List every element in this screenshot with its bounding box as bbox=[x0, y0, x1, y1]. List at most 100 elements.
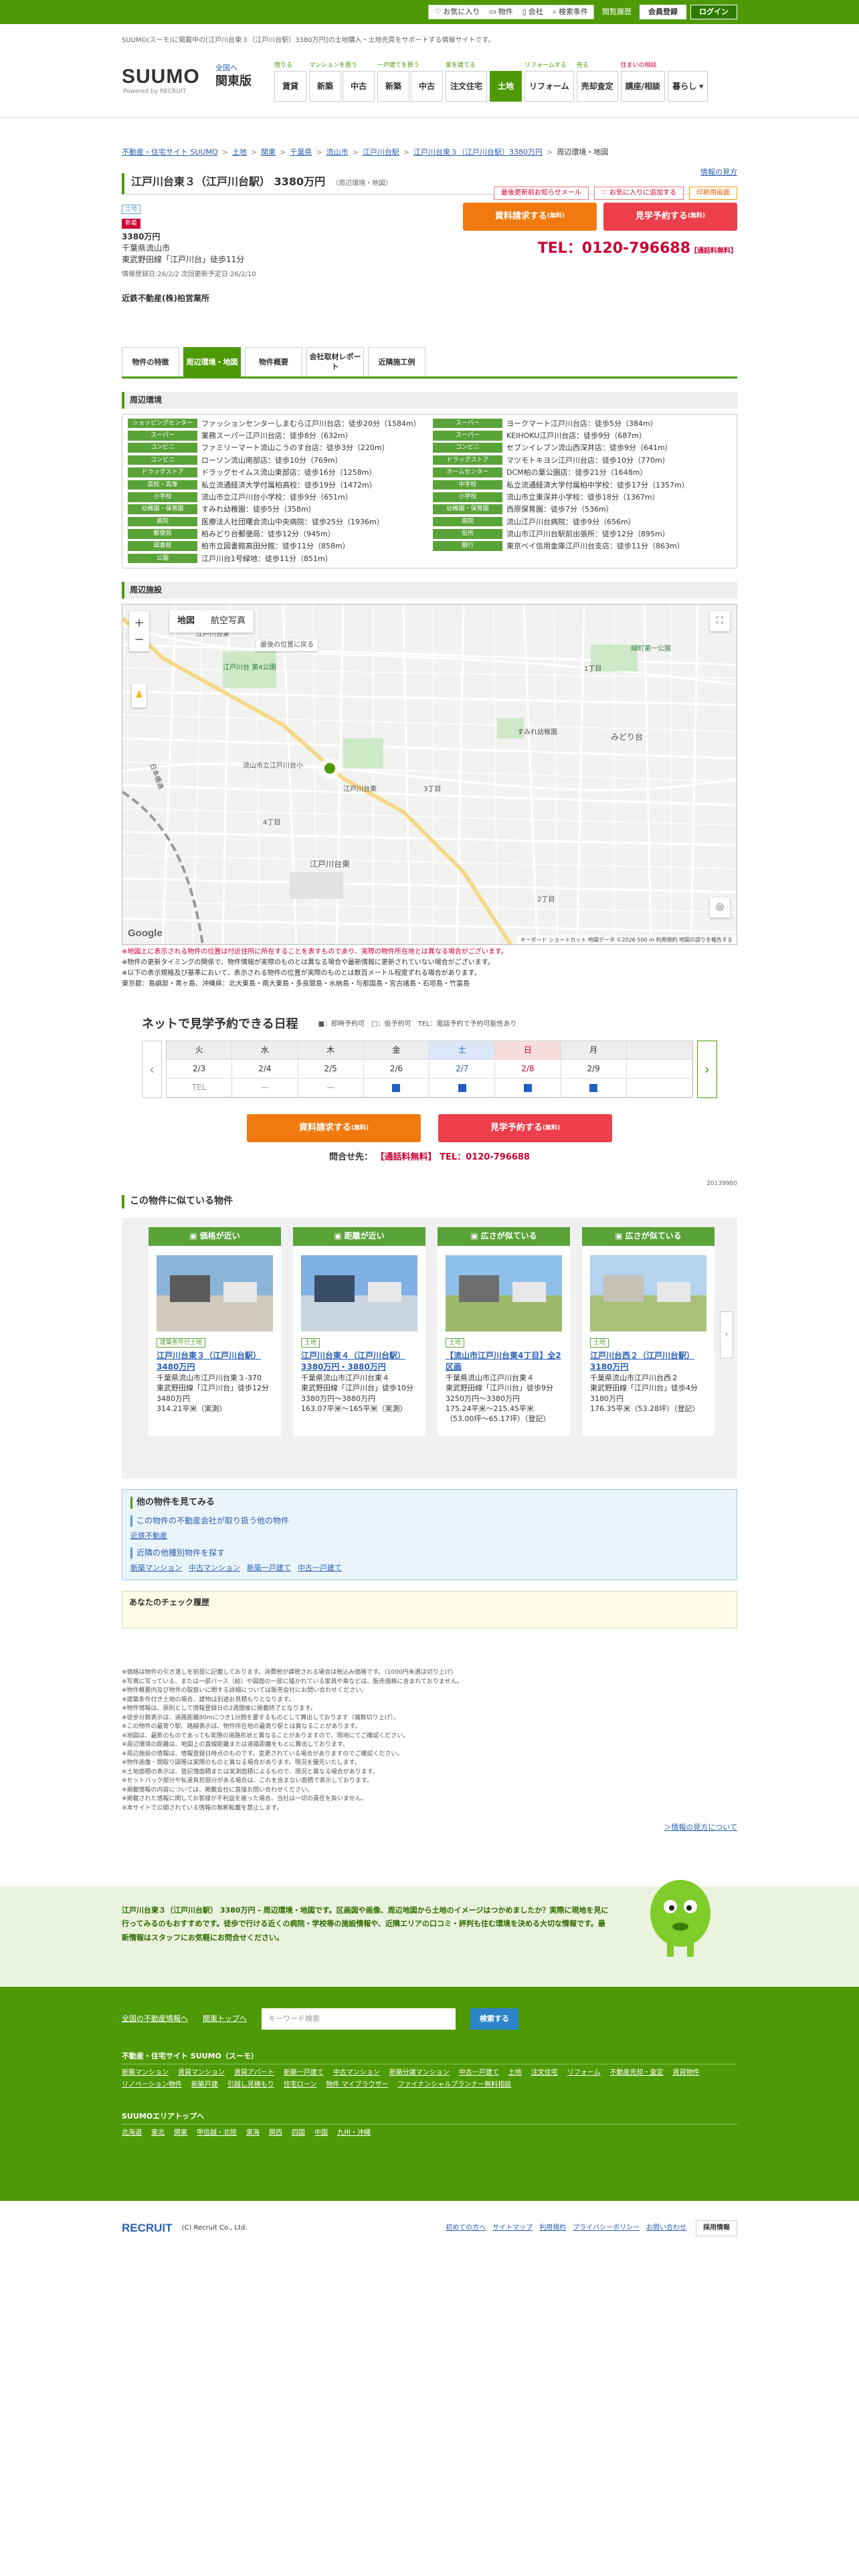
favorites-search-link[interactable]: ⌕ 検索条件 bbox=[553, 7, 588, 17]
footer-link[interactable]: 新築マンション bbox=[122, 2068, 169, 2078]
favorites-link[interactable]: ♡ お気に入り bbox=[434, 7, 480, 17]
similar-card-title[interactable]: 【流山市江戸川台東4丁目】全2区画 bbox=[446, 1350, 562, 1373]
footer-link[interactable]: ファイナンシャルプランナー無料相談 bbox=[398, 2080, 512, 2090]
footer-link[interactable]: 引越し見積もり bbox=[227, 2080, 274, 2090]
footer-area-link[interactable]: 甲信越・北陸 bbox=[197, 2129, 237, 2138]
footer-area-link[interactable]: 中国 bbox=[314, 2129, 328, 2138]
nav-item[interactable]: 中古 bbox=[411, 71, 443, 102]
footer-link[interactable]: 注文住宅 bbox=[531, 2068, 558, 2078]
footer-link[interactable]: 新築一戸建て bbox=[284, 2068, 324, 2078]
similar-card-title[interactable]: 江戸川台東３（江戸川台駅） 3480万円 bbox=[157, 1350, 273, 1373]
login-button[interactable]: ログイン bbox=[690, 5, 737, 19]
property-photo[interactable] bbox=[157, 1255, 273, 1331]
nav-item[interactable]: 賃貸 bbox=[274, 71, 306, 102]
nearby-type-link[interactable]: 中古マンション bbox=[189, 1563, 240, 1573]
calendar-status[interactable]: TEL bbox=[167, 1079, 232, 1098]
info-guide-link[interactable]: ＞情報の見方について bbox=[122, 1822, 737, 1832]
tab-2[interactable]: 物件概要 bbox=[245, 346, 302, 377]
breadcrumb-item[interactable]: 江戸川台東３（江戸川台駅）3380万円 bbox=[413, 147, 543, 157]
footer-area-link[interactable]: 北海道 bbox=[122, 2129, 142, 2138]
tab-4[interactable]: 近隣施工例 bbox=[368, 346, 425, 377]
request-docs-button-2[interactable]: 資料請求する (無料) bbox=[247, 1114, 421, 1143]
map-type-satellite[interactable]: 航空写真 bbox=[203, 610, 254, 633]
available-slot-icon[interactable] bbox=[392, 1083, 401, 1092]
tab-1[interactable]: 周辺環境・地図 bbox=[183, 346, 241, 377]
footer-link[interactable]: 土地 bbox=[508, 2068, 522, 2078]
bottom-link[interactable]: 初めての方へ bbox=[446, 2224, 486, 2233]
nav-item[interactable]: リフォーム bbox=[524, 71, 574, 102]
nearby-type-link[interactable]: 新築マンション bbox=[130, 1563, 182, 1573]
footer-link[interactable]: 賃貸マンション bbox=[178, 2068, 225, 2078]
suumo-logo[interactable]: SUUMO bbox=[122, 63, 200, 91]
map[interactable]: 江戸川台東 江戸川台 第4公園 最後の位置に戻る 流山市立江戸川台小 江戸川台東… bbox=[122, 604, 737, 946]
footer-link[interactable]: リフォーム bbox=[567, 2068, 601, 2078]
similar-card[interactable]: ▣ 広さが似ている 土地 【流山市江戸川台東4丁目】全2区画 千葉県流山市江戸川台東４ 東… bbox=[438, 1226, 570, 1436]
available-slot-icon[interactable] bbox=[458, 1083, 466, 1092]
footer-area-link[interactable]: 関東 bbox=[174, 2129, 187, 2138]
favorites-company-link[interactable]: ▯ 会社 bbox=[522, 7, 543, 17]
available-slot-icon[interactable] bbox=[589, 1083, 598, 1092]
return-position-button[interactable]: 最後の位置に戻る bbox=[256, 639, 318, 652]
nav-item[interactable]: 中古 bbox=[343, 71, 375, 102]
property-photo[interactable] bbox=[590, 1255, 706, 1331]
footer-link[interactable]: 中古マンション bbox=[333, 2068, 380, 2078]
similar-card-title[interactable]: 江戸川台西２（江戸川台駅） 3180万円 bbox=[590, 1350, 706, 1373]
breadcrumb-item[interactable]: 関東 bbox=[261, 147, 276, 157]
update-mail-button[interactable]: 最後更新前お知らせメール bbox=[494, 187, 589, 201]
footer-link[interactable]: 不動産売却・査定 bbox=[610, 2068, 664, 2078]
company-link[interactable]: 近鉄不動産 bbox=[130, 1531, 167, 1541]
nearby-type-link[interactable]: 中古一戸建て bbox=[298, 1563, 342, 1573]
property-photo[interactable] bbox=[446, 1255, 562, 1331]
property-photo[interactable] bbox=[301, 1255, 417, 1331]
footer-link[interactable]: 住宅ローン bbox=[284, 2080, 317, 2090]
careers-button[interactable]: 採用情報 bbox=[696, 2220, 737, 2236]
footer-link[interactable]: 賃貸アパート bbox=[234, 2068, 274, 2078]
footer-link[interactable]: 中古一戸建て bbox=[459, 2068, 499, 2078]
breadcrumb-item[interactable]: 千葉県 bbox=[290, 147, 312, 157]
footer-link[interactable]: 物件 マイブラウザー bbox=[326, 2080, 388, 2090]
bottom-link[interactable]: サイトマップ bbox=[492, 2224, 533, 2233]
locate-icon[interactable]: ◎ bbox=[710, 897, 730, 918]
similar-card[interactable]: ▣ 価格が近い 建築条件付土地 江戸川台東３（江戸川台駅） 3480万円 千葉県流山市江… bbox=[149, 1226, 281, 1436]
breadcrumb-item[interactable]: 土地 bbox=[232, 147, 247, 157]
footer-link[interactable]: 新築戸建 bbox=[191, 2080, 218, 2090]
breadcrumb-item[interactable]: 江戸川台駅 bbox=[363, 147, 399, 157]
footer-area-link[interactable]: 九州・沖縄 bbox=[337, 2129, 371, 2138]
bottom-link[interactable]: プライバシーポリシー bbox=[573, 2224, 640, 2233]
similar-card[interactable]: ▣ 距離が近い 土地 江戸川台東４（江戸川台駅） 3380万円・3880万円 千葉県流山… bbox=[293, 1226, 425, 1436]
footer-area-link[interactable]: 東海 bbox=[246, 2129, 260, 2138]
region-change-link[interactable]: 全国へ bbox=[215, 63, 252, 73]
footer-link[interactable]: 賃貸物件 bbox=[673, 2068, 700, 2078]
zoom-in-button[interactable]: + bbox=[134, 615, 144, 631]
national-link[interactable]: 全国の不動産情報へ bbox=[122, 2014, 188, 2024]
available-slot-icon[interactable] bbox=[523, 1083, 532, 1092]
favorites-property-link[interactable]: ▭ 物件 bbox=[489, 7, 512, 17]
pegman-icon[interactable]: ♟ bbox=[132, 683, 147, 708]
similar-card[interactable]: ▣ 広さが似ている 土地 江戸川台西２（江戸川台駅） 3180万円 千葉県流山市江戸川台… bbox=[582, 1226, 714, 1436]
calendar-status[interactable] bbox=[430, 1079, 495, 1098]
kanto-top-link[interactable]: 関東トップへ bbox=[203, 2014, 247, 2024]
nav-item[interactable]: 暮らし ▾ bbox=[668, 71, 708, 102]
keyword-search-input[interactable]: キーワード検索 bbox=[262, 2008, 456, 2030]
map-type-map[interactable]: 地図 bbox=[169, 610, 203, 633]
nav-item[interactable]: 注文住宅 bbox=[446, 71, 488, 102]
footer-area-link[interactable]: 関西 bbox=[269, 2129, 282, 2138]
calendar-prev-button[interactable]: ‹ bbox=[142, 1041, 162, 1099]
nearby-type-link[interactable]: 新築一戸建て bbox=[247, 1563, 291, 1573]
calendar-next-button[interactable]: › bbox=[697, 1041, 717, 1099]
footer-area-link[interactable]: 東北 bbox=[151, 2129, 165, 2138]
similar-card-title[interactable]: 江戸川台東４（江戸川台駅） 3380万円・3880万円 bbox=[301, 1350, 417, 1373]
nav-item[interactable]: 新築 bbox=[377, 71, 409, 102]
bottom-link[interactable]: 利用規約 bbox=[539, 2224, 566, 2233]
nav-item[interactable]: 土地 bbox=[490, 71, 522, 102]
tab-0[interactable]: 物件の特徴 bbox=[122, 346, 179, 377]
footer-link[interactable]: リノベーション物件 bbox=[122, 2080, 182, 2090]
footer-area-link[interactable]: 四国 bbox=[292, 2129, 305, 2138]
calendar-status[interactable] bbox=[561, 1079, 626, 1098]
visit-reserve-button-2[interactable]: 見学予約する (無料) bbox=[438, 1114, 612, 1143]
calendar-status[interactable] bbox=[495, 1079, 561, 1098]
nav-item[interactable]: 新築 bbox=[309, 71, 341, 102]
footer-link[interactable]: 新築分譲マンション bbox=[389, 2068, 450, 2078]
history-link[interactable]: 閲覧履歴 bbox=[598, 7, 636, 17]
search-button[interactable]: 検索する bbox=[470, 2008, 518, 2030]
